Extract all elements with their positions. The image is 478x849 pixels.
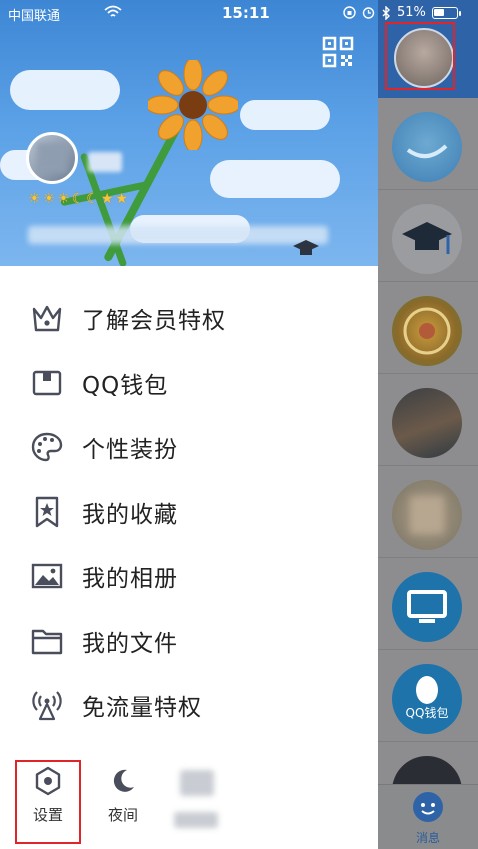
chat-avatar: [392, 480, 462, 550]
menu-item-qq-wallet[interactable]: QQ钱包: [0, 351, 378, 416]
graduation-cap-icon: [402, 222, 452, 254]
side-drawer: ☀ ☀ ☀ ☾ ☾ ★ ★ 了解会员特权 QQ钱包 个性装扮 我的收藏 我的相册…: [0, 0, 378, 849]
menu-item-personalize[interactable]: 个性装扮: [0, 415, 378, 480]
cloud-shape: [240, 100, 330, 130]
night-mode-label: 夜间: [107, 806, 138, 824]
signature-redacted: [28, 226, 328, 244]
list-item[interactable]: [378, 98, 478, 190]
alarm-icon: [362, 7, 375, 19]
conversation-list-dimmed[interactable]: QQ钱包 消息: [378, 0, 478, 849]
bookmark-star-icon: [35, 496, 59, 527]
list-item[interactable]: [378, 466, 478, 558]
avatar-redacted: [410, 496, 444, 534]
battery-level-fill: [433, 8, 444, 16]
user-avatar[interactable]: [26, 132, 78, 184]
folder-icon: [31, 629, 63, 654]
graduation-cap-icon: [293, 240, 319, 255]
list-item[interactable]: [378, 282, 478, 374]
monitor-icon: [407, 590, 447, 623]
menu-item-album[interactable]: 我的相册: [0, 544, 378, 609]
list-item[interactable]: [378, 558, 478, 650]
chat-avatar: [392, 204, 462, 274]
list-item[interactable]: QQ钱包: [378, 650, 478, 742]
status-right-group: 51%: [343, 5, 461, 20]
list-item[interactable]: [378, 374, 478, 466]
crown-icon: [32, 306, 62, 332]
level-moon-icon: ☾: [86, 191, 99, 207]
signal-tower-icon: [32, 691, 62, 721]
cloud-shape: [210, 160, 340, 198]
menu-item-label: 了解会员特权: [82, 308, 226, 335]
qq-wallet-avatar-label: QQ钱包: [405, 706, 449, 720]
bottom-tab-bar: 消息: [378, 784, 478, 849]
sunflower-drawing: [148, 60, 238, 150]
battery-icon: [431, 6, 461, 19]
level-sun-icon: ☀: [28, 191, 41, 207]
battery-percentage: 51%: [397, 5, 426, 20]
tab-messages[interactable]: 消息: [403, 791, 453, 847]
chat-avatar: [392, 296, 462, 366]
drawer-menu: 了解会员特权 QQ钱包 个性装扮 我的收藏 我的相册 我的文件 免流量特权: [0, 286, 378, 738]
settings-label: 设置: [32, 806, 63, 824]
level-star-icon: ★: [100, 191, 114, 207]
settings-hexagon-icon: [35, 766, 61, 796]
bluetooth-icon: [382, 5, 390, 20]
status-bar: 中国联通 15:11 51%: [0, 0, 478, 26]
game-wheel-icon: [403, 307, 451, 355]
menu-item-vip-privileges[interactable]: 了解会员特权: [0, 286, 378, 351]
moon-icon: [113, 769, 134, 792]
rotation-lock-icon: [343, 6, 356, 19]
menu-item-label: 我的文件: [82, 630, 178, 657]
drawer-bottom-bar: 设置 夜间: [0, 752, 378, 849]
menu-item-label: 我的相册: [82, 566, 178, 593]
settings-button[interactable]: 设置: [17, 762, 79, 842]
status-time: 15:11: [222, 4, 270, 22]
menu-item-label: 我的收藏: [82, 501, 178, 528]
chat-avatar: QQ钱包: [392, 664, 462, 734]
menu-item-label: QQ钱包: [82, 372, 169, 399]
level-star-icon: ★: [115, 191, 128, 207]
palette-icon: [31, 433, 63, 462]
tab-messages-label: 消息: [415, 831, 440, 845]
photo-album-icon: [31, 564, 63, 589]
menu-item-label: 个性装扮: [82, 437, 178, 464]
qq-level-badges[interactable]: ☀ ☀ ☀ ☾ ☾ ★ ★: [28, 191, 128, 207]
weather-widget-redacted[interactable]: [172, 766, 222, 836]
level-moon-icon: ☾: [71, 191, 85, 207]
smile-logo-icon: [406, 144, 448, 158]
penguin-icon: [416, 676, 438, 704]
own-avatar[interactable]: [394, 28, 454, 88]
chat-avatar: [392, 572, 462, 642]
cloud-shape: [10, 70, 120, 110]
wifi-icon: [104, 5, 122, 17]
menu-item-files[interactable]: 我的文件: [0, 609, 378, 674]
level-sun-icon: ☀: [57, 191, 70, 207]
list-item[interactable]: [378, 190, 478, 282]
weather-text-redacted: [174, 812, 218, 828]
menu-item-favorites[interactable]: 我的收藏: [0, 480, 378, 545]
menu-item-label: 免流量特权: [82, 695, 202, 722]
wallet-icon: [32, 370, 62, 395]
level-sun-icon: ☀: [42, 191, 56, 207]
weather-icon-redacted: [180, 770, 214, 796]
menu-item-free-data[interactable]: 免流量特权: [0, 673, 378, 738]
night-mode-button[interactable]: 夜间: [92, 762, 154, 842]
carrier-name: 中国联通: [8, 9, 61, 24]
chat-avatar: [392, 112, 462, 182]
chat-avatar: [392, 388, 462, 458]
messages-tab-icon: [413, 792, 443, 822]
nickname-redacted: [88, 152, 122, 172]
profile-header[interactable]: ☀ ☀ ☀ ☾ ☾ ★ ★: [0, 0, 378, 266]
qr-code-icon[interactable]: [322, 36, 354, 68]
